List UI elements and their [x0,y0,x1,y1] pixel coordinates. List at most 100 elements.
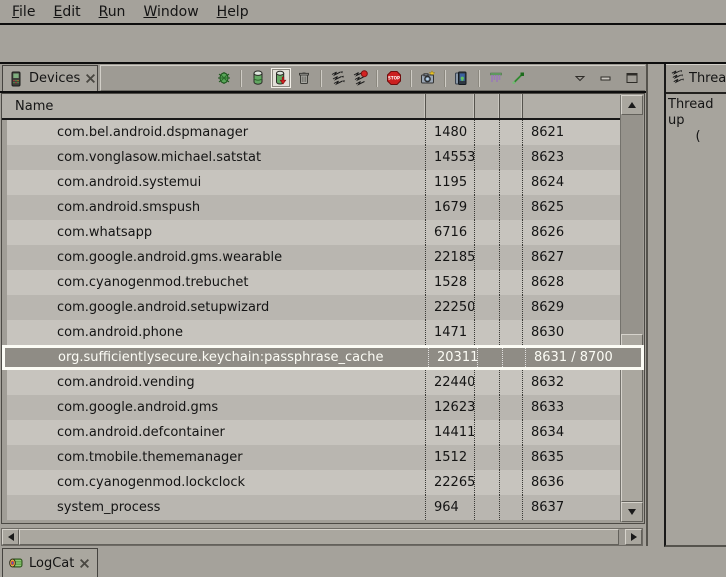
menu-item[interactable]: Window [134,3,207,21]
process-port: 8624 [523,170,622,195]
column-header-empty[interactable] [500,94,523,118]
toolbar-separator [376,70,378,87]
process-name: com.google.android.setupwizard [7,295,426,320]
table-row[interactable]: com.google.android.gms.wearable 22185 86… [7,245,622,270]
column-header-empty[interactable] [475,94,500,118]
empty-cell [500,295,523,320]
process-port: 8630 [523,320,622,345]
table-row[interactable]: com.bel.android.dspmanager 1480 8621 [7,120,622,145]
tab-devices[interactable]: Devices [2,65,98,91]
process-port: 8629 [523,295,622,320]
empty-cell [503,348,526,367]
table-row[interactable]: com.vonglasow.michael.satstat 14553 8623 [7,145,622,170]
scroll-right-button[interactable] [625,529,642,545]
maximize-icon[interactable] [623,69,641,87]
horizontal-scroll-thumb[interactable] [19,529,619,545]
dump-hprof-icon[interactable] [271,68,291,88]
close-icon[interactable] [79,558,90,569]
table-row[interactable]: com.cyanogenmod.lockclock 22265 8636 [7,470,622,495]
toolbar-separator [478,70,480,87]
process-name: org.sufficientlysecure.keychain:passphra… [10,348,429,367]
close-icon[interactable] [85,73,96,84]
process-pid: 12623 [426,395,475,420]
empty-cell [475,420,500,445]
empty-cell [475,270,500,295]
process-pid: 1679 [426,195,475,220]
menu-item[interactable]: Run [90,3,135,21]
table-row[interactable]: com.android.systemui 1195 8624 [7,170,622,195]
menu-item[interactable]: Help [208,3,258,21]
table-row[interactable]: com.android.vending 22440 8632 [7,370,622,395]
empty-cell [500,445,523,470]
logcat-tab-label: LogCat [29,556,74,571]
table-row[interactable]: com.android.phone 1471 8630 [7,320,622,345]
table-row[interactable]: com.android.defcontainer 14411 8634 [7,420,622,445]
empty-cell [475,145,500,170]
table-row[interactable]: com.google.android.gms 12623 8633 [7,395,622,420]
update-heap-icon[interactable] [249,69,267,87]
threads-view: Threa Thread up ( [664,64,726,547]
vertical-scrollbar[interactable] [620,95,643,522]
debug-process-icon[interactable] [215,69,233,87]
process-pid: 1528 [426,270,475,295]
process-pid: 1195 [426,170,475,195]
empty-cell [500,395,523,420]
table-row[interactable]: com.google.android.setupwizard 22250 862… [7,295,622,320]
table-row[interactable]: com.cyanogenmod.trebuchet 1528 8628 [7,270,622,295]
empty-cell [475,370,500,395]
process-port: 8631 / 8700 [526,348,641,367]
process-name: system_process [7,495,426,520]
scroll-up-button[interactable] [621,95,643,115]
tab-logcat[interactable]: LogCat [2,548,98,577]
menu-item[interactable]: Edit [44,3,89,21]
process-pid: 20311 [429,348,478,367]
toolbar-separator [240,70,242,87]
process-port: 8626 [523,220,622,245]
empty-cell [475,495,500,520]
devices-toolbar: STOP [100,65,645,91]
device-panel-icon[interactable] [453,69,471,87]
process-pid: 6716 [426,220,475,245]
process-pid: 22185 [426,245,475,270]
column-header-pid[interactable] [426,94,475,118]
empty-cell [475,220,500,245]
process-name: com.android.vending [7,370,426,395]
column-header-port[interactable] [523,94,622,118]
method-profiling-icon[interactable] [351,69,369,87]
table-row[interactable]: com.tmobile.thememanager 1512 8635 [7,445,622,470]
log-icon [8,555,24,571]
process-name: com.cyanogenmod.trebuchet [7,270,426,295]
process-port: 8636 [523,470,622,495]
stop-process-icon[interactable]: STOP [385,69,403,87]
scroll-down-button[interactable] [621,502,643,522]
process-port: 8628 [523,270,622,295]
column-header-name[interactable]: Name [2,94,426,118]
garbage-collect-icon[interactable] [295,69,313,87]
screen-capture-icon[interactable] [419,69,437,87]
empty-cell [475,170,500,195]
ui-hierarchy-icon[interactable] [487,69,505,87]
minimize-icon[interactable] [597,69,615,87]
sysinfo-icon[interactable] [509,69,527,87]
update-threads-icon[interactable] [329,69,347,87]
empty-toolbar-strip [0,25,726,64]
table-row[interactable]: com.whatsapp 6716 8626 [7,220,622,245]
bottom-tab-strip: LogCat [0,547,726,577]
table-row[interactable]: system_process 964 8637 [7,495,622,520]
horizontal-scrollbar[interactable] [1,528,643,546]
table-row[interactable]: org.sufficientlysecure.keychain:passphra… [2,345,644,370]
tab-threads[interactable]: Threa [666,64,726,94]
empty-cell [478,348,503,367]
empty-cell [500,270,523,295]
menu-item[interactable]: File [3,3,44,21]
empty-cell [500,145,523,170]
table-row[interactable]: com.android.smspush 1679 8625 [7,195,622,220]
empty-cell [500,120,523,145]
vertical-scroll-track[interactable] [621,115,643,502]
view-menu-icon[interactable] [571,69,589,87]
process-name: com.google.android.gms [7,395,426,420]
process-pid: 14411 [426,420,475,445]
process-port: 8632 [523,370,622,395]
scroll-left-button[interactable] [2,529,19,545]
devices-view-header: Devices [0,64,646,93]
